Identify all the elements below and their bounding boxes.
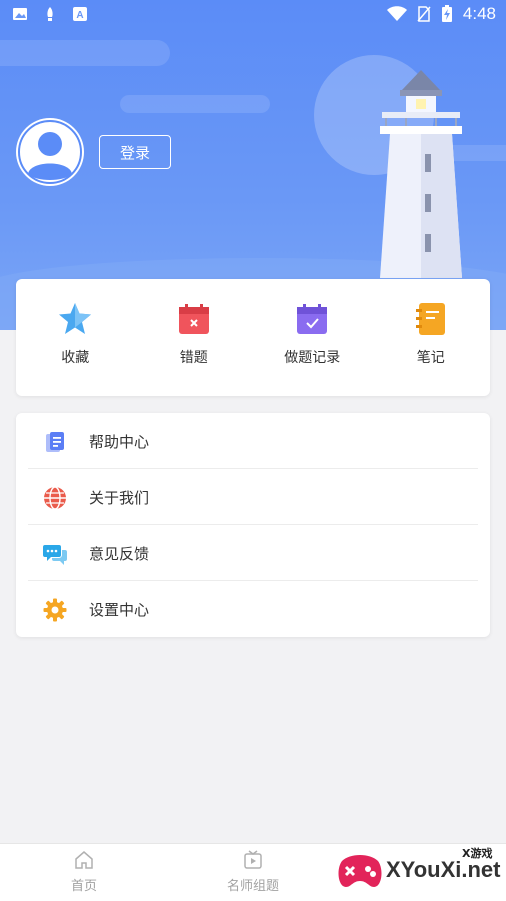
error-calendar-icon [178, 304, 209, 334]
watermark: X游戏 XYouXi.net [336, 845, 501, 895]
menu-item-feedback[interactable]: 意见反馈 [16, 525, 490, 581]
rocket-notification-icon [47, 7, 53, 21]
cloud [120, 95, 270, 113]
menu-item-settings[interactable]: 设置中心 [16, 581, 490, 637]
login-button[interactable]: 登录 [99, 135, 171, 169]
menu-item-label: 意见反馈 [89, 545, 150, 563]
practice-history-action[interactable]: 做题记录 [253, 279, 372, 396]
menu-item-help-center[interactable]: 帮助中心 [16, 413, 490, 469]
status-bar: A 4:48 [0, 0, 506, 28]
globe-icon [44, 486, 66, 510]
gear-icon [43, 598, 67, 622]
lighthouse-illustration [380, 70, 462, 278]
notebook-icon [415, 303, 445, 335]
app-notification-icon: A [73, 7, 87, 21]
battery-charging-icon [441, 5, 452, 22]
menu-item-label: 帮助中心 [89, 433, 150, 451]
tab-label: 首页 [70, 879, 97, 894]
favorites-label: 收藏 [61, 350, 90, 366]
menu-item-about-us[interactable]: 关于我们 [16, 469, 490, 525]
cloud [0, 40, 170, 66]
home-icon [75, 851, 93, 869]
tab-home[interactable]: 首页 [0, 844, 168, 901]
no-sim-icon [417, 6, 431, 22]
settings-menu-card: 帮助中心 关于我们 意见反馈 设置中心 [16, 413, 490, 637]
practice-history-label: 做题记录 [284, 350, 341, 366]
help-document-icon [46, 432, 64, 452]
tab-teacher-questions[interactable]: 名师组题 [169, 844, 337, 901]
video-icon [244, 850, 262, 869]
notes-label: 笔记 [416, 350, 445, 366]
image-notification-icon [13, 8, 27, 20]
watermark-brand: XYouXi.net [386, 857, 501, 882]
user-avatar-icon [18, 120, 82, 184]
wifi-icon [386, 6, 407, 21]
wrong-questions-label: 错题 [179, 350, 208, 366]
tab-label: 名师组题 [226, 879, 279, 894]
gamepad-logo-icon [338, 855, 382, 887]
notes-action[interactable]: 笔记 [372, 279, 491, 396]
clock-text: 4:48 [462, 4, 496, 23]
chat-bubbles-icon [43, 545, 67, 565]
favorites-action[interactable]: 收藏 [16, 279, 135, 396]
menu-item-label: 关于我们 [89, 489, 150, 507]
check-calendar-icon [297, 304, 328, 334]
quick-actions-card: 收藏 错题 做题记录 笔记 [16, 279, 490, 396]
avatar[interactable] [16, 118, 84, 186]
menu-item-label: 设置中心 [89, 601, 150, 619]
svg-text:A: A [76, 10, 83, 21]
wrong-questions-action[interactable]: 错题 [135, 279, 254, 396]
star-icon [59, 303, 92, 334]
